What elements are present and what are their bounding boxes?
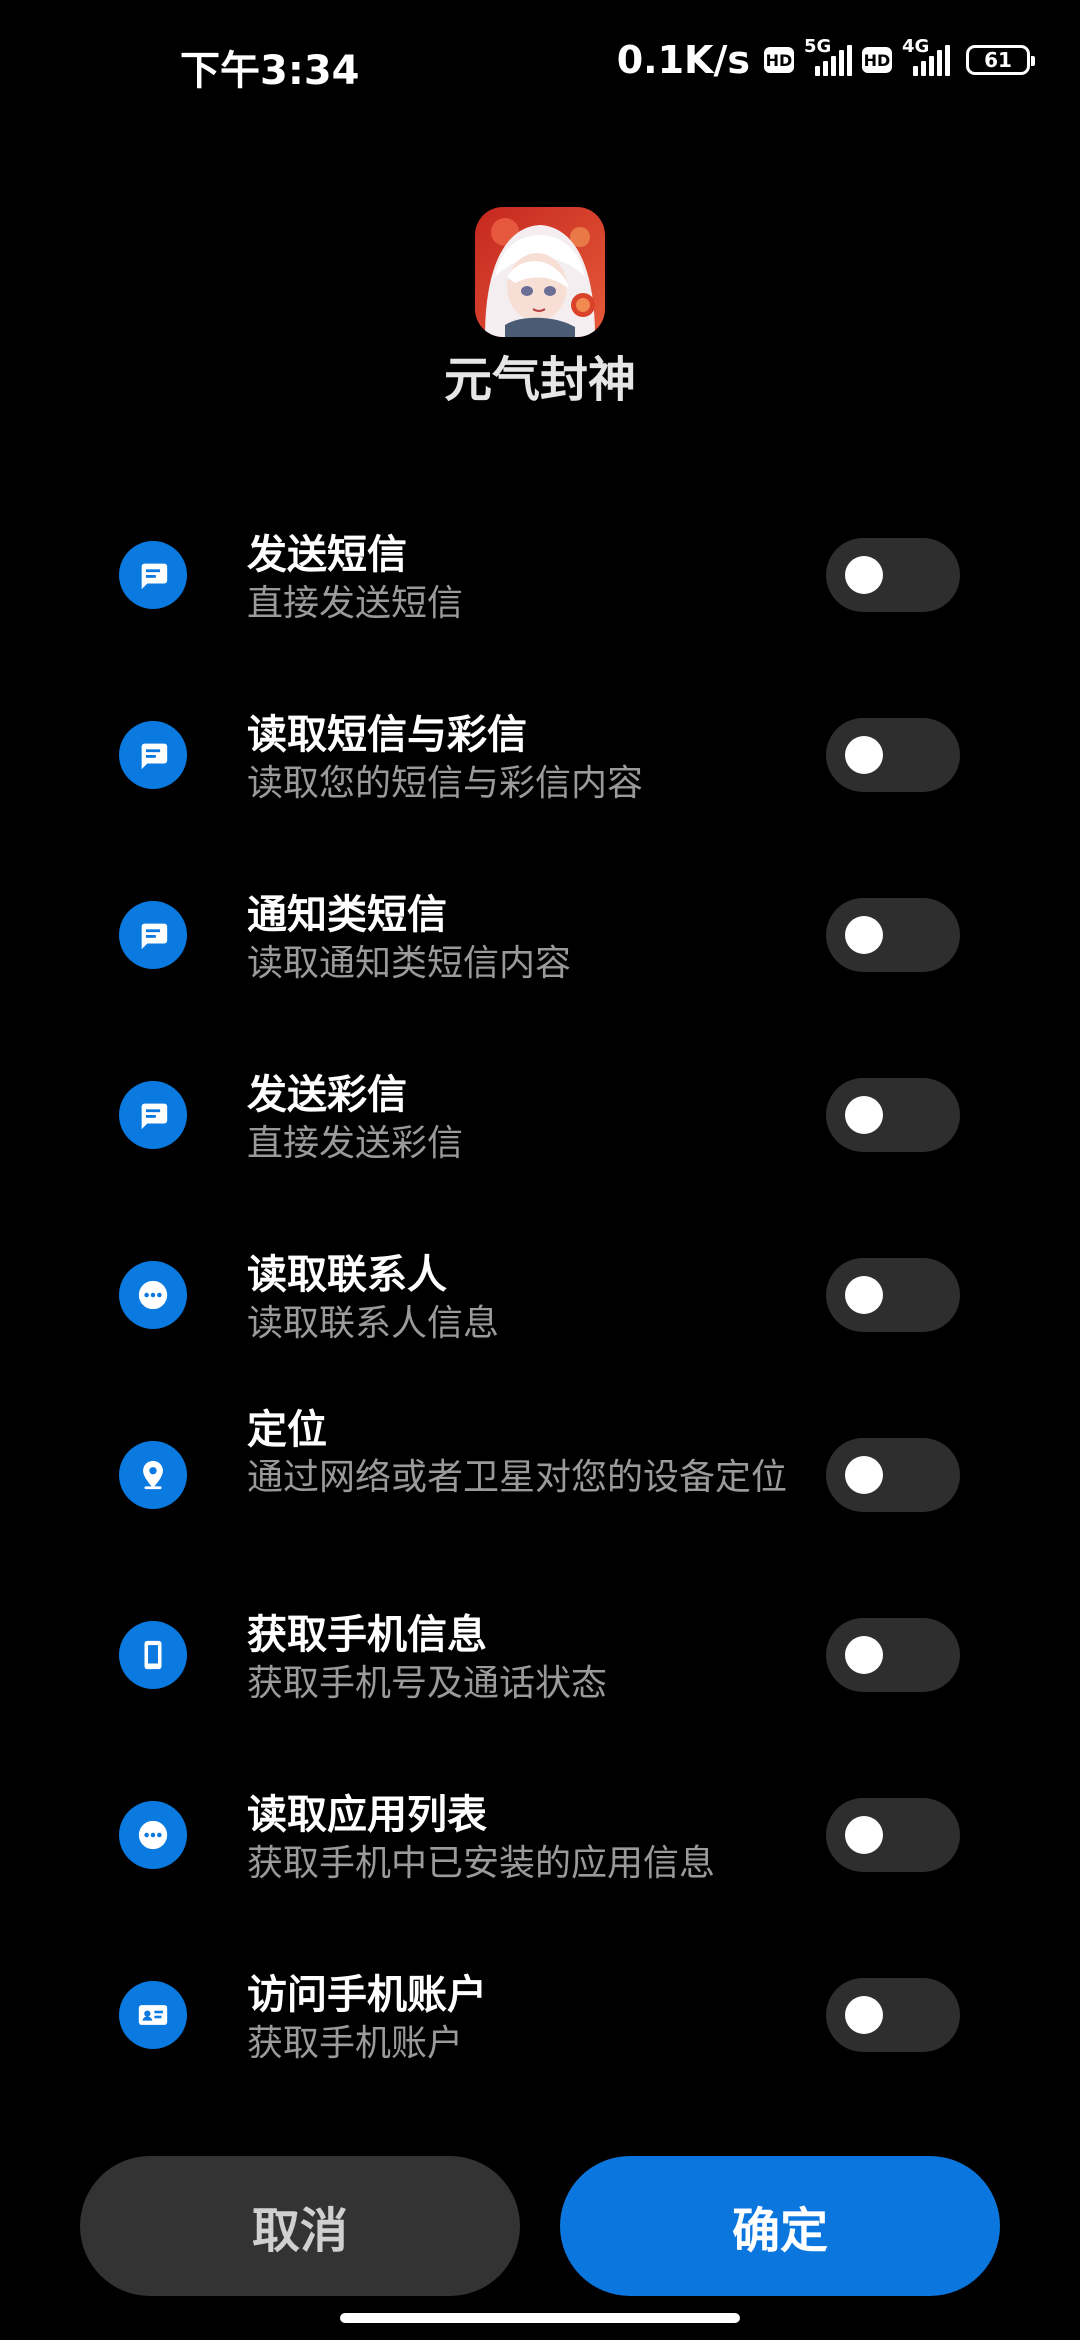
toggle-knob — [845, 916, 883, 954]
toggle-knob — [845, 1096, 883, 1134]
phone-icon — [119, 1621, 187, 1689]
battery-icon: 61 — [966, 45, 1035, 75]
permission-toggle[interactable] — [826, 1978, 960, 2052]
toggle-knob — [845, 1276, 883, 1314]
message-icon — [119, 721, 187, 789]
permission-desc: 获取手机账户 — [247, 2023, 464, 2064]
battery-level: 61 — [984, 48, 1012, 72]
permission-desc: 直接发送彩信 — [247, 1123, 464, 1164]
signal-sim1-icon: 5G — [804, 36, 852, 80]
permission-toggle[interactable] — [826, 538, 960, 612]
message-icon — [119, 1081, 187, 1149]
message-icon — [119, 901, 187, 969]
permission-title: 发送短信 — [247, 532, 407, 578]
permission-desc: 通过网络或者卫星对您的设备定位 — [247, 1457, 788, 1498]
status-time: 下午3:34 — [180, 48, 360, 94]
toggle-knob — [845, 1996, 883, 2034]
toggle-knob — [845, 556, 883, 594]
permission-desc: 获取手机号及通话状态 — [247, 1663, 608, 1704]
permission-toggle[interactable] — [826, 1618, 960, 1692]
permission-desc: 读取联系人信息 — [247, 1303, 500, 1344]
app-icon — [475, 207, 605, 337]
permission-title: 获取手机信息 — [247, 1612, 487, 1658]
more-icon — [119, 1801, 187, 1869]
permission-title: 通知类短信 — [247, 892, 447, 938]
home-indicator[interactable] — [340, 2313, 740, 2323]
location-icon — [119, 1441, 187, 1509]
permission-desc: 直接发送短信 — [247, 583, 464, 624]
network-speed: 0.1K/s — [616, 38, 750, 82]
permission-desc: 获取手机中已安装的应用信息 — [247, 1843, 716, 1884]
hd-icon: HD — [764, 47, 794, 73]
permission-title: 读取短信与彩信 — [247, 712, 527, 758]
permission-desc: 读取通知类短信内容 — [247, 943, 572, 984]
permission-title: 读取应用列表 — [247, 1792, 487, 1838]
permission-title: 访问手机账户 — [247, 1972, 487, 2018]
permission-title: 定位 — [247, 1407, 327, 1453]
permission-desc: 读取您的短信与彩信内容 — [247, 763, 644, 804]
more-icon — [119, 1261, 187, 1329]
permission-toggle[interactable] — [826, 1798, 960, 1872]
permission-toggle[interactable] — [826, 1258, 960, 1332]
permission-title: 读取联系人 — [247, 1252, 447, 1298]
cancel-button[interactable]: 取消 — [80, 2156, 520, 2296]
toggle-knob — [845, 736, 883, 774]
permission-toggle[interactable] — [826, 718, 960, 792]
hd-icon-2: HD — [862, 47, 892, 73]
toggle-knob — [845, 1456, 883, 1494]
status-bar: 下午3:34 0.1K/s HD 5G HD 4G 61 — [0, 0, 1080, 120]
permission-toggle[interactable] — [826, 898, 960, 972]
account-card-icon — [119, 1981, 187, 2049]
message-icon — [119, 541, 187, 609]
permission-toggle[interactable] — [826, 1078, 960, 1152]
permission-toggle[interactable] — [826, 1438, 960, 1512]
permission-title: 发送彩信 — [247, 1072, 407, 1118]
toggle-knob — [845, 1816, 883, 1854]
status-indicators: 0.1K/s HD 5G HD 4G 61 — [616, 36, 1035, 84]
confirm-button[interactable]: 确定 — [560, 2156, 1000, 2296]
signal-sim2-icon: 4G — [902, 36, 950, 80]
app-name: 元气封神 — [443, 352, 636, 408]
toggle-knob — [845, 1636, 883, 1674]
